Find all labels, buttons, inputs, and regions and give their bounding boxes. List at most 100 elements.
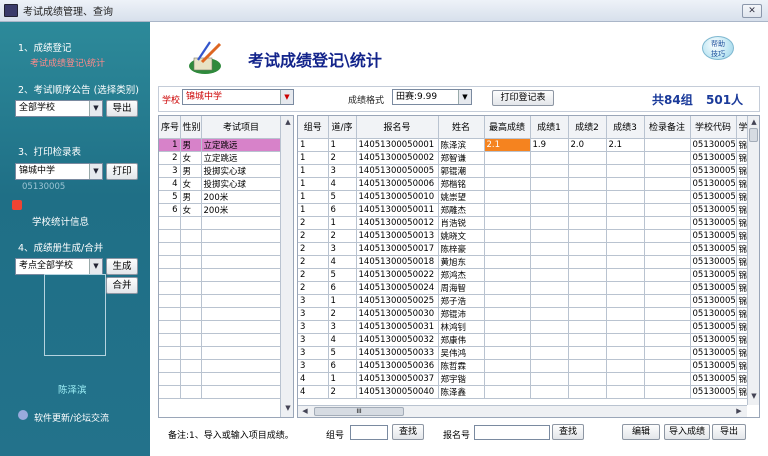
table-row[interactable]: 3 6 14051300050036 陈哲霖 05130005 锦 [298, 359, 750, 373]
event-row[interactable] [159, 268, 282, 282]
result-cell[interactable] [644, 385, 691, 399]
result-cell[interactable]: 2 [298, 255, 329, 269]
result-cell[interactable] [484, 203, 531, 217]
result-cell[interactable] [568, 242, 607, 256]
result-cell[interactable] [644, 229, 691, 243]
event-cell[interactable]: 投掷实心球 [201, 164, 282, 178]
export-order-button[interactable]: 导出 [106, 100, 138, 117]
result-cell[interactable] [644, 203, 691, 217]
result-cell[interactable] [644, 138, 691, 152]
result-cell[interactable] [484, 385, 531, 399]
event-cell[interactable]: 男 [180, 164, 202, 178]
result-cell[interactable] [568, 359, 607, 373]
event-cell[interactable] [159, 255, 181, 269]
result-cell[interactable]: 05130005 [690, 385, 737, 399]
vscroll-thumb[interactable] [749, 128, 758, 142]
result-cell[interactable] [606, 151, 645, 165]
result-cell[interactable] [530, 307, 569, 321]
result-cell[interactable]: 2 [298, 242, 329, 256]
result-cell[interactable] [530, 190, 569, 204]
result-cell[interactable]: 5 [328, 268, 357, 282]
event-row[interactable] [159, 294, 282, 308]
help-tips-button[interactable]: 帮助 技巧 [702, 36, 734, 60]
table-row[interactable]: 1 6 14051300050011 郑雕杰 05130005 锦 [298, 203, 750, 217]
chevron-down-icon[interactable]: ▼ [89, 259, 102, 274]
result-cell[interactable] [644, 151, 691, 165]
event-row[interactable]: 6 女 200米 [159, 203, 282, 217]
result-cell[interactable] [606, 385, 645, 399]
event-row[interactable] [159, 229, 282, 243]
event-cell[interactable] [201, 229, 282, 243]
result-cell[interactable]: 05130005 [690, 333, 737, 347]
table-row[interactable]: 3 5 14051300050033 吴伟鸿 05130005 锦 [298, 346, 750, 360]
result-cell[interactable]: 2 [298, 216, 329, 230]
school-select[interactable]: 全部学校 ▼ [15, 100, 103, 117]
result-cell[interactable]: 姚崇望 [438, 190, 485, 204]
result-cell[interactable]: 05130005 [690, 372, 737, 386]
result-cell[interactable]: 3 [328, 164, 357, 178]
result-cell[interactable]: 4 [328, 333, 357, 347]
result-cell[interactable]: 郑智谦 [438, 151, 485, 165]
event-row[interactable] [159, 385, 282, 399]
chevron-down-icon[interactable]: ▼ [458, 90, 471, 104]
scroll-right-icon[interactable]: ▶ [732, 407, 746, 415]
event-row[interactable]: 4 女投掷实心球 [159, 177, 282, 191]
table-row[interactable]: 1 5 14051300050010 姚崇望 05130005 锦 [298, 190, 750, 204]
results-col-header[interactable]: 学校代码 [690, 116, 737, 139]
result-cell[interactable]: 14051300050018 [356, 255, 439, 269]
event-row[interactable] [159, 281, 282, 295]
result-cell[interactable] [644, 268, 691, 282]
result-cell[interactable] [530, 203, 569, 217]
result-cell[interactable] [644, 372, 691, 386]
table-row[interactable]: 3 2 14051300050030 郑锟沛 05130005 锦 [298, 307, 750, 321]
result-cell[interactable]: 周海智 [438, 281, 485, 295]
event-cell[interactable]: 6 [159, 203, 181, 217]
result-cell[interactable]: 1 [328, 216, 357, 230]
result-cell[interactable]: 2.1 [484, 138, 531, 152]
event-cell[interactable] [180, 268, 202, 282]
event-cell[interactable] [201, 333, 282, 347]
result-cell[interactable] [568, 294, 607, 308]
result-cell[interactable] [568, 268, 607, 282]
result-cell[interactable] [484, 268, 531, 282]
result-cell[interactable] [484, 177, 531, 191]
result-cell[interactable] [484, 190, 531, 204]
result-cell[interactable]: 2 [298, 268, 329, 282]
result-cell[interactable]: 3 [298, 307, 329, 321]
result-cell[interactable]: 1 [328, 294, 357, 308]
result-cell[interactable] [644, 333, 691, 347]
result-cell[interactable] [606, 333, 645, 347]
event-cell[interactable]: 男 [180, 138, 202, 152]
school-combo[interactable]: 锦城中学 ▼ [182, 89, 294, 105]
result-cell[interactable]: 1.9 [530, 138, 569, 152]
results-col-header[interactable]: 成绩2 [568, 116, 607, 139]
results-col-header[interactable]: 最高成绩 [484, 116, 531, 139]
result-cell[interactable]: 14051300050030 [356, 307, 439, 321]
event-cell[interactable] [201, 307, 282, 321]
group-search-button[interactable]: 查找 [392, 424, 424, 440]
result-cell[interactable] [530, 281, 569, 295]
event-cell[interactable]: 5 [159, 190, 181, 204]
result-cell[interactable]: 14051300050025 [356, 294, 439, 308]
result-cell[interactable] [568, 346, 607, 360]
link-school-stats[interactable]: 学校统计信息 [32, 214, 89, 228]
result-cell[interactable]: 2.0 [568, 138, 607, 152]
result-cell[interactable]: 陈哲霖 [438, 359, 485, 373]
result-cell[interactable] [606, 216, 645, 230]
result-cell[interactable] [530, 216, 569, 230]
result-cell[interactable] [530, 268, 569, 282]
link-score-entry[interactable]: 考试成绩登记\统计 [30, 56, 105, 69]
result-cell[interactable]: 05130005 [690, 177, 737, 191]
result-cell[interactable]: 05130005 [690, 242, 737, 256]
result-cell[interactable] [484, 164, 531, 178]
result-cell[interactable] [644, 346, 691, 360]
result-cell[interactable]: 3 [298, 359, 329, 373]
result-cell[interactable]: 2 [328, 229, 357, 243]
result-cell[interactable]: 2 [328, 385, 357, 399]
result-cell[interactable]: 5 [328, 346, 357, 360]
result-cell[interactable]: 郑康伟 [438, 333, 485, 347]
event-cell[interactable]: 1 [159, 138, 181, 152]
table-row[interactable]: 1 2 14051300050002 郑智谦 05130005 锦 [298, 151, 750, 165]
result-cell[interactable]: 05130005 [690, 320, 737, 334]
result-cell[interactable] [606, 242, 645, 256]
